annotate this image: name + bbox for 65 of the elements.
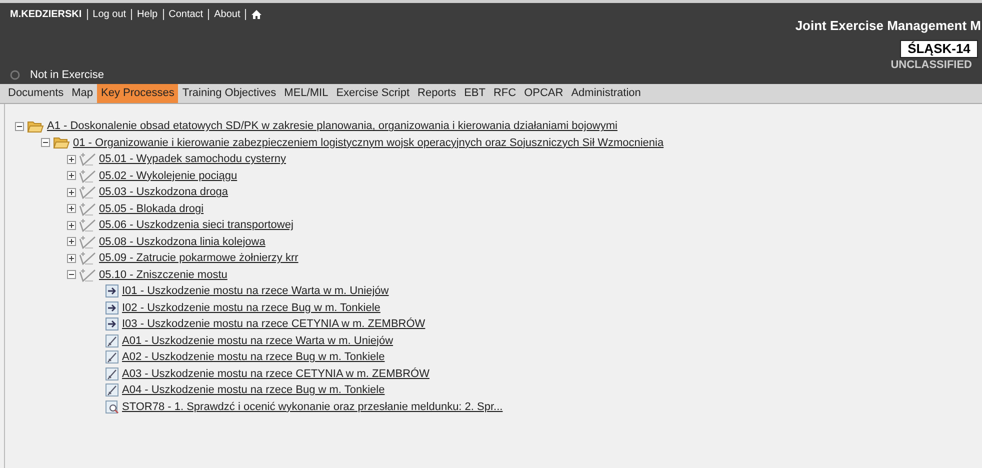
checkmark-icon (79, 234, 96, 249)
nav-tab[interactable]: Key Processes (97, 84, 178, 103)
user-name: M.KEDZIERSKI (10, 9, 82, 20)
document-pen-icon (105, 334, 119, 348)
expand-toggle[interactable] (67, 204, 76, 214)
checkmark-icon (79, 168, 96, 183)
tree-item-link[interactable]: 05.03 - Uszkodzona droga (99, 186, 228, 198)
tree-item-link[interactable]: I02 - Uszkodzenie mostu na rzece Bug w m. Tonkiele (122, 302, 380, 314)
expand-toggle[interactable] (67, 171, 76, 180)
folder-icon (53, 136, 70, 150)
exercise-status: Not in Exercise (30, 69, 104, 81)
tree-item-link[interactable]: I03 - Uszkodzenie mostu na rzece CETYNIA w m. ZEMBRÓW (122, 318, 426, 330)
header-link[interactable]: Log out (92, 9, 126, 20)
checkmark-icon (79, 185, 96, 200)
tree-item-link[interactable]: STOR78 - 1. Sprawdzć i ocenić wykonanie oraz przesłanie meldunku: 2. Spr... (122, 400, 503, 413)
expand-toggle[interactable] (67, 220, 76, 230)
tree-item-link[interactable]: A01 - Uszkodzenie mostu na rzece Warta w m. Uniejów (122, 334, 394, 347)
app-title: Joint Exercise Management M (795, 18, 981, 33)
header-link[interactable]: Contact (168, 9, 204, 20)
nav-tab[interactable]: Reports (414, 84, 460, 103)
tree-item-link[interactable]: A03 - Uszkodzenie mostu na rzece CETYNIA w m. ZEMBRÓW (122, 368, 430, 380)
header-link[interactable]: About (214, 9, 240, 20)
tree-item-link[interactable]: A02 - Uszkodzenie mostu na rzece Bug w m. Tonkiele (122, 351, 385, 364)
expand-toggle[interactable] (67, 188, 76, 197)
document-pen-icon (105, 366, 119, 381)
nav-tab[interactable]: MEL/MIL (280, 84, 332, 103)
exercise-name: ŚLĄSK-14 (900, 40, 978, 58)
tree-item-link[interactable]: 05.02 - Wykolejenie pociągu (99, 170, 238, 182)
tree-item-link[interactable]: 01 - Organizowanie i kierowanie zabezpieczeniem logistycznym wojsk operacyjnych oraz Sojuszniczych Sił Wzmocnienia (73, 136, 664, 149)
header-link[interactable]: Help (137, 9, 158, 20)
expand-toggle[interactable] (67, 270, 76, 280)
expand-toggle[interactable] (41, 138, 50, 148)
nav-tab[interactable]: EBT (460, 84, 490, 103)
document-search-icon (105, 400, 119, 414)
checkmark-icon (79, 152, 96, 166)
folder-icon (27, 120, 44, 133)
tree-item-link[interactable]: 05.10 - Zniszczenie mostu (99, 268, 228, 281)
checkmark-icon (79, 251, 96, 266)
nav-tab[interactable]: RFC (489, 84, 520, 103)
tree-item-link[interactable]: 05.08 - Uszkodzona linia kolejowa (99, 236, 266, 248)
status-icon (10, 70, 20, 80)
expand-toggle[interactable] (67, 254, 76, 263)
nav-tab[interactable]: Administration (567, 84, 645, 103)
checkmark-icon (79, 202, 96, 216)
classification-label: UNCLASSIFIED (890, 59, 972, 71)
tree-item-link[interactable]: A04 - Uszkodzenie mostu na rzece Bug w m. Tonkiele (122, 384, 385, 396)
nav-tab[interactable]: Map (68, 84, 98, 103)
expand-toggle[interactable] (15, 122, 24, 131)
tree-item-link[interactable]: 05.01 - Wypadek samochodu cysterny (99, 153, 286, 166)
tree-item-link[interactable]: 05.06 - Uszkodzenia sieci transportowej (99, 219, 294, 232)
tree-item-link[interactable]: 05.05 - Blokada drogi (99, 202, 204, 215)
nav-tab[interactable]: Documents (4, 84, 68, 103)
checkmark-icon (79, 268, 96, 282)
nav-tab[interactable]: OPCAR (520, 84, 568, 103)
tree-item-link[interactable]: I01 - Uszkodzenie mostu na rzece Warta w m. Uniejów (122, 285, 389, 298)
home-icon[interactable] (251, 9, 262, 20)
document-pen-icon (105, 350, 119, 364)
nav-tab[interactable]: Training Objectives (178, 84, 280, 103)
tree-item-link[interactable]: 05.09 - Zatrucie pokarmowe żołnierzy krr (99, 252, 298, 264)
expand-toggle[interactable] (67, 237, 76, 246)
expand-toggle[interactable] (67, 154, 76, 164)
tree-item-link[interactable]: A1 - Doskonalenie obsad etatowych SD/PK w zakresie planowania, organizowania i kierowania działaniami bojowymi (47, 120, 618, 132)
document-pen-icon (105, 383, 119, 398)
nav-tab[interactable]: Exercise Script (332, 84, 414, 103)
checkmark-icon (79, 218, 96, 232)
